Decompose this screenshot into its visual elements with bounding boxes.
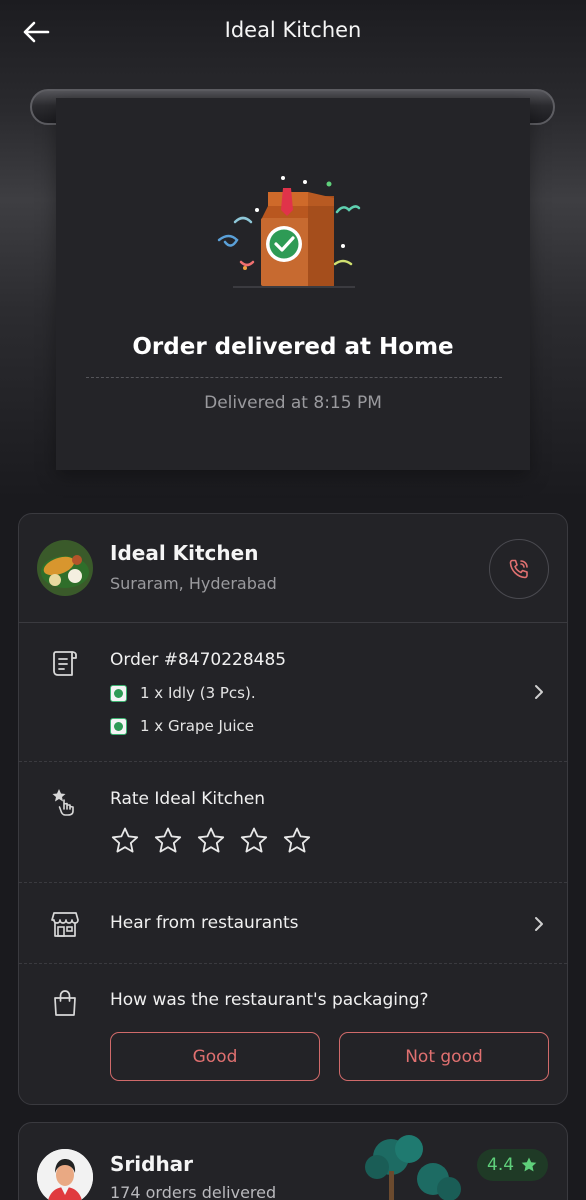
section-divider xyxy=(19,761,567,762)
rider-rating-badge: 4.4 xyxy=(477,1149,549,1181)
star-tap-icon xyxy=(50,787,80,817)
order-item-text: 1 x Idly (3 Pcs). xyxy=(140,684,256,702)
section-divider xyxy=(19,622,567,623)
order-item-text: 1 x Grape Juice xyxy=(140,717,255,735)
star-icon[interactable] xyxy=(196,826,226,856)
restaurant-avatar[interactable] xyxy=(37,540,93,596)
hear-from-restaurants-chevron[interactable] xyxy=(527,912,551,936)
star-icon[interactable] xyxy=(282,826,312,856)
restaurant-location: Suraram, Hyderabad xyxy=(110,574,277,593)
star-icon[interactable] xyxy=(153,826,183,856)
rider-name: Sridhar xyxy=(110,1152,194,1176)
delivery-time: Delivered at 8:15 PM xyxy=(204,393,382,413)
shopping-bag-icon xyxy=(50,988,80,1018)
phone-icon xyxy=(509,559,528,579)
order-details-chevron[interactable] xyxy=(527,680,551,704)
rider-rating-value: 4.4 xyxy=(487,1155,515,1175)
packaging-not-good-button[interactable]: Not good xyxy=(339,1032,549,1081)
order-details-card: Ideal Kitchen Suraram, Hyderabad Order #… xyxy=(18,513,568,1105)
packaging-good-button[interactable]: Good xyxy=(110,1032,320,1081)
order-number: Order #8470228485 xyxy=(110,650,287,670)
restaurant-name: Ideal Kitchen xyxy=(110,541,259,565)
rider-card: Sridhar 174 orders delivered 4.4 xyxy=(18,1122,568,1200)
star-icon[interactable] xyxy=(239,826,269,856)
call-restaurant-button[interactable] xyxy=(489,539,549,599)
app-header: Ideal Kitchen xyxy=(0,0,586,64)
order-item: 1 x Grape Juice xyxy=(110,715,254,737)
chevron-right-icon xyxy=(535,685,543,699)
section-divider xyxy=(19,882,567,883)
rider-avatar xyxy=(37,1149,93,1200)
delivered-bag-illustration xyxy=(217,176,361,288)
order-item: 1 x Idly (3 Pcs). xyxy=(110,682,256,704)
veg-icon xyxy=(110,717,127,735)
storefront-icon xyxy=(50,909,80,939)
section-divider xyxy=(19,963,567,964)
delivery-status-title: Order delivered at Home xyxy=(132,334,454,360)
rate-restaurant-title: Rate Ideal Kitchen xyxy=(110,789,266,809)
rider-orders-delivered: 174 orders delivered xyxy=(110,1183,277,1200)
star-icon[interactable] xyxy=(110,826,140,856)
packaging-question: How was the restaurant's packaging? xyxy=(110,990,429,1010)
star-icon xyxy=(521,1157,537,1172)
chevron-right-icon xyxy=(535,917,543,931)
receipt-icon xyxy=(50,649,80,679)
trees-illustration xyxy=(365,1135,461,1200)
veg-icon xyxy=(110,684,127,702)
hear-from-restaurants-label[interactable]: Hear from restaurants xyxy=(110,913,299,933)
rating-stars xyxy=(110,826,312,856)
page-title: Ideal Kitchen xyxy=(224,18,362,42)
receipt-divider xyxy=(86,377,502,378)
